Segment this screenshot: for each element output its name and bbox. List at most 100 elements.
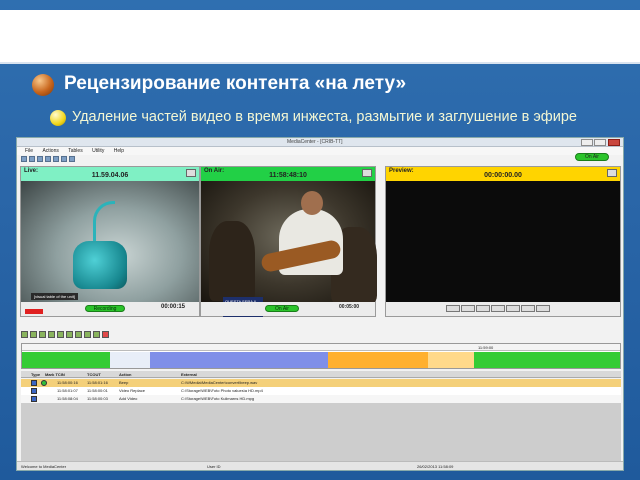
- onair-footer-button[interactable]: On Air: [265, 305, 299, 312]
- save-icon[interactable]: [37, 156, 43, 162]
- live-video: [visual table of the unit]: [21, 181, 199, 304]
- record-indicator: [25, 309, 43, 314]
- yellow-bullet-icon: [50, 110, 66, 126]
- video-type-icon: [31, 396, 37, 402]
- add-icon[interactable]: [21, 331, 28, 338]
- onair-header: On Air: 11:58:48:10: [201, 167, 375, 181]
- settings-icon[interactable]: [53, 156, 59, 162]
- row-action: Video Replace: [119, 388, 145, 393]
- table-row[interactable]: 11:58:00:16 11:58:01:16 Beep C:\WMedia\M…: [21, 379, 621, 387]
- delete-icon[interactable]: [102, 331, 109, 338]
- window-titlebar: MediaCenter - [CRIB-TT]: [17, 138, 623, 147]
- onair-video: QUESTA SERA Il DOMANI: [201, 181, 377, 317]
- video-icon[interactable]: [57, 331, 64, 338]
- rewind-button[interactable]: [461, 305, 475, 312]
- row-tcout: 11:58:00:01: [87, 388, 108, 393]
- video-type-icon: [31, 388, 37, 394]
- segment-orange[interactable]: [328, 352, 428, 368]
- events-table-header: Type Mark TCIN TCOUT Action External: [21, 371, 621, 378]
- row-action: Beep: [119, 380, 129, 385]
- camera-icon[interactable]: [61, 156, 67, 162]
- status-icon: [41, 380, 47, 386]
- segment-green-2[interactable]: [474, 352, 620, 368]
- live-timecode: 11.59.04.06: [91, 172, 129, 179]
- table-row[interactable]: 11:58:08:04 11:58:00:03 Add Video C:\Sto…: [21, 395, 621, 403]
- segment-orange-light[interactable]: [428, 352, 474, 368]
- row-external: C:\WMedia\MediaCenter\convert\beep.wav: [181, 380, 258, 385]
- transport-controls: [446, 305, 551, 314]
- menu-bar: File Actions Tables Utility Help: [17, 147, 623, 155]
- col-action: Action: [119, 372, 132, 377]
- pause-button[interactable]: [491, 305, 505, 312]
- menu-help[interactable]: Help: [114, 148, 124, 154]
- slide-top-banner: [0, 10, 640, 64]
- segment-marker[interactable]: [110, 352, 150, 368]
- table-empty-area: [21, 403, 621, 463]
- list-icon[interactable]: [45, 156, 51, 162]
- row-tcin: 11:58:00:16: [57, 380, 78, 385]
- status-left: Welcome to MediaCenter: [21, 464, 67, 469]
- play-button[interactable]: [476, 305, 490, 312]
- timeline[interactable]: 11:59:00: [21, 343, 621, 369]
- close-button[interactable]: [608, 139, 620, 146]
- live-monitor-icon[interactable]: [186, 169, 196, 177]
- preview-footer: [386, 302, 620, 316]
- onair-panel: On Air: 11:58:48:10 QUESTA SERA Il DOMAN…: [200, 166, 377, 317]
- forward-button[interactable]: [506, 305, 520, 312]
- new-icon[interactable]: [21, 156, 27, 162]
- onair-footer-timecode: 00:05:00: [339, 304, 360, 310]
- row-tcin: 11:58:08:04: [57, 396, 78, 401]
- live-header: Live: 11.59.04.06: [21, 167, 199, 181]
- status-middle: User ID: [207, 464, 221, 469]
- forward-end-button[interactable]: [521, 305, 535, 312]
- timeline-marker: 11:59:00: [478, 345, 494, 350]
- col-tcout: TCOUT: [87, 372, 101, 377]
- menu-file[interactable]: File: [25, 148, 33, 154]
- stop-button[interactable]: [536, 305, 550, 312]
- minimize-button[interactable]: [581, 139, 593, 146]
- window-title: MediaCenter - [CRIB-TT]: [287, 139, 343, 145]
- cut-icon[interactable]: [93, 331, 100, 338]
- audio-icon[interactable]: [66, 331, 73, 338]
- col-type: Type: [31, 372, 41, 377]
- row-external: C:\Storage\WEB\Foto Kulimarns HD.mpg: [181, 396, 255, 401]
- preview-timecode: 00:00:00.00: [484, 172, 522, 179]
- info-icon[interactable]: [69, 156, 75, 162]
- live-caption: [visual table of the unit]: [31, 293, 78, 300]
- open-icon[interactable]: [29, 156, 35, 162]
- status-bar: Welcome to MediaCenter User ID 26/02/201…: [17, 461, 623, 470]
- menu-tables[interactable]: Tables: [68, 148, 82, 154]
- blur-icon[interactable]: [75, 331, 82, 338]
- preview-monitor-icon[interactable]: [607, 169, 617, 177]
- bracket-in-icon[interactable]: [30, 331, 37, 338]
- preview-header: Preview: 00:00:00.00: [386, 167, 620, 181]
- row-tcout: 11:58:01:16: [87, 380, 108, 385]
- menu-actions[interactable]: Actions: [42, 148, 58, 154]
- timeline-ruler: 11:59:00: [22, 344, 620, 351]
- mediacenter-window: MediaCenter - [CRIB-TT] File Actions Tab…: [16, 137, 624, 471]
- menu-utility[interactable]: Utility: [92, 148, 104, 154]
- on-air-button[interactable]: On Air: [575, 153, 609, 161]
- status-right: 26/02/2013 11:58:09: [417, 464, 454, 469]
- onair-footer: On Air 00:05:00: [201, 302, 375, 316]
- live-panel: Live: 11.59.04.06 [visual table of the u…: [20, 166, 200, 317]
- table-row[interactable]: 11:58:01:07 11:58:00:01 Video Replace C:…: [21, 387, 621, 395]
- slide-heading: Рецензирование контента «на лету»: [64, 73, 407, 94]
- recording-button[interactable]: Recording: [85, 305, 125, 312]
- edit-toolbar: [21, 331, 111, 339]
- segment-blue[interactable]: [150, 352, 328, 368]
- image-icon[interactable]: [48, 331, 55, 338]
- live-footer: Recording 00:00:15: [21, 302, 199, 316]
- row-tcin: 11:58:01:07: [57, 388, 78, 393]
- onair-monitor-icon[interactable]: [362, 169, 372, 177]
- segment-green-1[interactable]: [22, 352, 110, 368]
- chair-shape: [73, 241, 127, 289]
- row-external: C:\Storage\WEB\Foto Photo values\a HD.mp…: [181, 388, 263, 393]
- slide-subheading: Удаление частей видео в время инжеста, р…: [72, 109, 577, 125]
- maximize-button[interactable]: [594, 139, 606, 146]
- row-action: Add Video: [119, 396, 138, 401]
- mute-icon[interactable]: [84, 331, 91, 338]
- col-tcin: Mark TCIN: [45, 372, 65, 377]
- rewind-start-button[interactable]: [446, 305, 460, 312]
- bracket-out-icon[interactable]: [39, 331, 46, 338]
